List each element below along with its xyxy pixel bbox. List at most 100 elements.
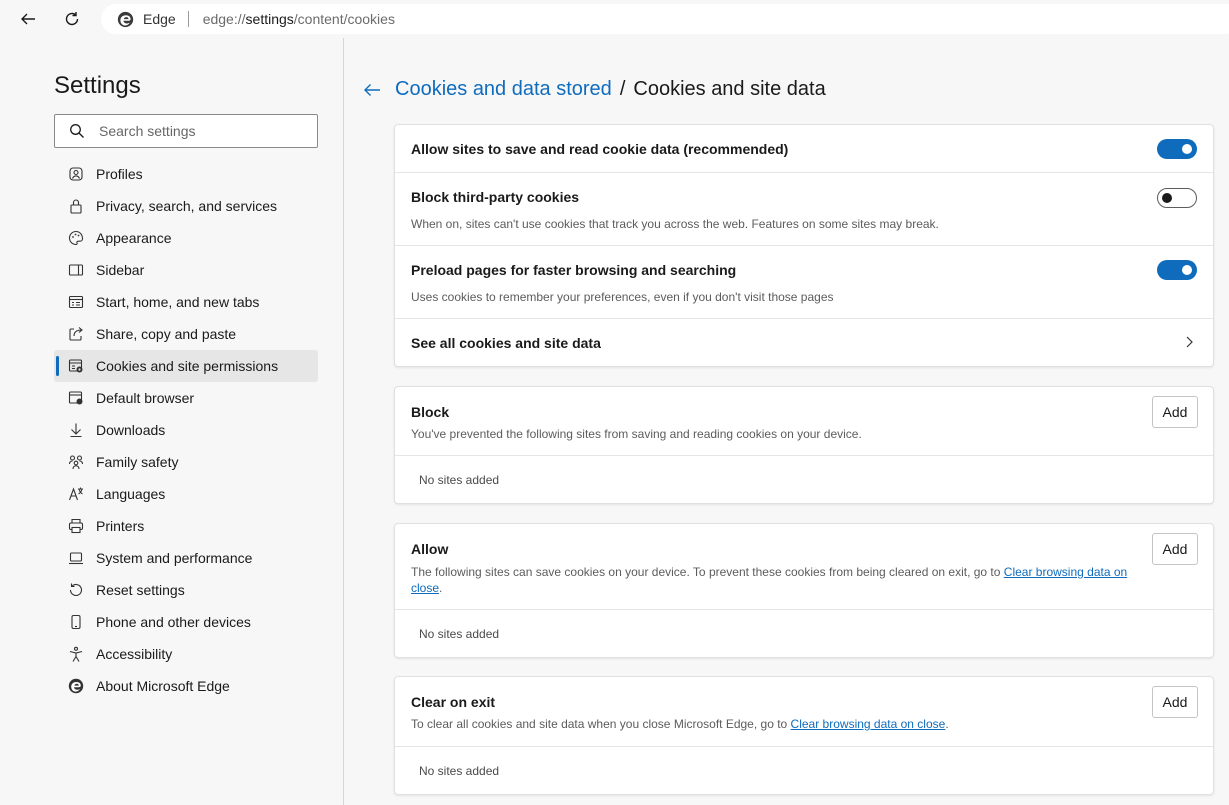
sidebar-item-default-browser[interactable]: Default browser: [54, 382, 318, 414]
search-box[interactable]: [54, 114, 318, 148]
link-text: close: [411, 581, 440, 595]
sidebar-item-printers[interactable]: Printers: [54, 510, 318, 542]
description-text: The following sites can save cookies on …: [411, 565, 1004, 579]
cookie-permissions-icon: [68, 358, 84, 374]
see-all-cookies-row[interactable]: See all cookies and site data: [395, 319, 1213, 366]
section-title: Clear on exit: [411, 694, 496, 710]
sidebar-item-label: Sidebar: [96, 262, 145, 278]
sidebar-item-profiles[interactable]: Profiles: [54, 158, 318, 190]
sidebar-item-label: Privacy, search, and services: [96, 198, 278, 214]
sidebar-item-accessibility[interactable]: Accessibility: [54, 638, 318, 670]
sidebar-item-label: Family safety: [96, 454, 179, 470]
sidebar-item-family-safety[interactable]: Family safety: [54, 446, 318, 478]
sidebar-item-downloads[interactable]: Downloads: [54, 414, 318, 446]
sidebar-item-label: Share, copy and paste: [96, 326, 237, 342]
clear-on-exit-card: Clear on exit To clear all cookies and s…: [394, 676, 1214, 795]
sidebar-item-privacy[interactable]: Privacy, search, and services: [54, 190, 318, 222]
section-description: To clear all cookies and site data when …: [411, 717, 949, 731]
sidebar-icon: [68, 262, 84, 278]
setting-title: Allow sites to save and read cookie data…: [411, 141, 789, 157]
share-icon: [68, 326, 84, 342]
block-third-party-toggle[interactable]: [1157, 188, 1197, 208]
sidebar-item-label: Appearance: [96, 230, 172, 246]
laptop-icon: [68, 550, 84, 566]
preload-toggle[interactable]: [1157, 260, 1197, 280]
setting-description: When on, sites can't use cookies that tr…: [411, 217, 939, 231]
sidebar-item-label: Reset settings: [96, 582, 185, 598]
allow-header: Allow The following sites can save cooki…: [395, 524, 1213, 610]
setting-preload: Preload pages for faster browsing and se…: [395, 246, 1213, 319]
sidebar-item-label: Cookies and site permissions: [96, 358, 279, 374]
setting-description: Uses cookies to remember your preference…: [411, 290, 834, 304]
block-card: Block You've prevented the following sit…: [394, 386, 1214, 504]
sidebar-item-appearance[interactable]: Appearance: [54, 222, 318, 254]
block-empty-state: No sites added: [419, 473, 500, 487]
sidebar-item-cookies-permissions[interactable]: Cookies and site permissions: [54, 350, 318, 382]
cookie-settings-card: Allow sites to save and read cookie data…: [394, 124, 1214, 367]
search-icon: [70, 124, 84, 138]
sidebar-item-label: Printers: [96, 518, 145, 534]
refresh-button[interactable]: [56, 4, 88, 34]
url-suffix: /content/cookies: [293, 11, 395, 27]
address-divider: [187, 11, 189, 27]
sidebar-item-phone-devices[interactable]: Phone and other devices: [54, 606, 318, 638]
profile-icon: [68, 166, 84, 182]
description-text: .: [439, 581, 443, 595]
page-title: Cookies and site data: [633, 78, 826, 100]
settings-menu: Profiles Privacy, search, and services A…: [54, 158, 318, 702]
sidebar-item-label: Accessibility: [96, 646, 173, 662]
setting-allow-sites: Allow sites to save and read cookie data…: [395, 125, 1213, 173]
link-text: Clear browsing data on: [1003, 565, 1128, 579]
sidebar-item-label: Phone and other devices: [96, 614, 251, 630]
sidebar-title: Settings: [54, 72, 141, 99]
sidebar-item-languages[interactable]: Languages: [54, 478, 318, 510]
section-title: Allow: [411, 541, 449, 557]
back-button[interactable]: [12, 4, 44, 34]
clear-on-exit-add-button[interactable]: Add: [1152, 686, 1198, 718]
sidebar-item-label: Default browser: [96, 390, 195, 406]
setting-block-third-party: Block third-party cookies When on, sites…: [395, 173, 1213, 246]
sidebar-item-label: Languages: [96, 486, 166, 502]
browser-toolbar: Edge edge://settings/content/cookies: [0, 0, 1229, 38]
breadcrumb-parent-link[interactable]: Cookies and data stored: [395, 78, 612, 101]
sidebar-item-start-home[interactable]: Start, home, and new tabs: [54, 286, 318, 318]
lock-icon: [68, 198, 84, 214]
address-bar[interactable]: Edge edge://settings/content/cookies: [101, 4, 1229, 34]
allow-add-button[interactable]: Add: [1152, 533, 1198, 565]
chevron-right-icon: [1186, 336, 1193, 348]
family-icon: [68, 454, 84, 470]
search-input[interactable]: [99, 123, 299, 139]
allow-empty-state: No sites added: [419, 627, 500, 641]
sidebar-item-label: Downloads: [96, 422, 166, 438]
section-description: You've prevented the following sites fro…: [411, 427, 862, 441]
edge-logo-icon: [68, 678, 84, 694]
description-text: To clear all cookies and site data when …: [411, 717, 791, 731]
block-add-button[interactable]: Add: [1152, 396, 1198, 428]
palette-icon: [68, 230, 84, 246]
clear-browsing-data-link[interactable]: Clear browsing data on close: [791, 717, 946, 731]
reset-icon: [68, 582, 84, 598]
clear-on-exit-header: Clear on exit To clear all cookies and s…: [395, 677, 1213, 747]
phone-icon: [68, 614, 84, 630]
download-icon: [68, 422, 84, 438]
settings-main: Cookies and data stored / Cookies and si…: [345, 38, 1229, 805]
back-arrow-icon[interactable]: [362, 80, 382, 100]
description-text: .: [945, 717, 949, 731]
sidebar-item-label: Profiles: [96, 166, 143, 182]
accessibility-icon: [68, 646, 84, 662]
printer-icon: [68, 518, 84, 534]
section-description: The following sites can save cookies on …: [411, 564, 1131, 596]
section-title: Block: [411, 404, 450, 420]
sidebar-item-reset[interactable]: Reset settings: [54, 574, 318, 606]
setting-title: Preload pages for faster browsing and se…: [411, 262, 737, 278]
url-text: edge://settings/content/cookies: [203, 11, 395, 27]
url-main: settings: [245, 11, 294, 27]
sidebar-item-sidebar[interactable]: Sidebar: [54, 254, 318, 286]
sidebar-item-share[interactable]: Share, copy and paste: [54, 318, 318, 350]
sidebar-item-system[interactable]: System and performance: [54, 542, 318, 574]
clear-on-exit-empty-state: No sites added: [419, 764, 500, 778]
sidebar-item-about[interactable]: About Microsoft Edge: [54, 670, 318, 702]
allow-sites-toggle[interactable]: [1157, 139, 1197, 159]
languages-icon: [68, 486, 84, 502]
breadcrumb: Cookies and data stored / Cookies and si…: [362, 78, 826, 101]
